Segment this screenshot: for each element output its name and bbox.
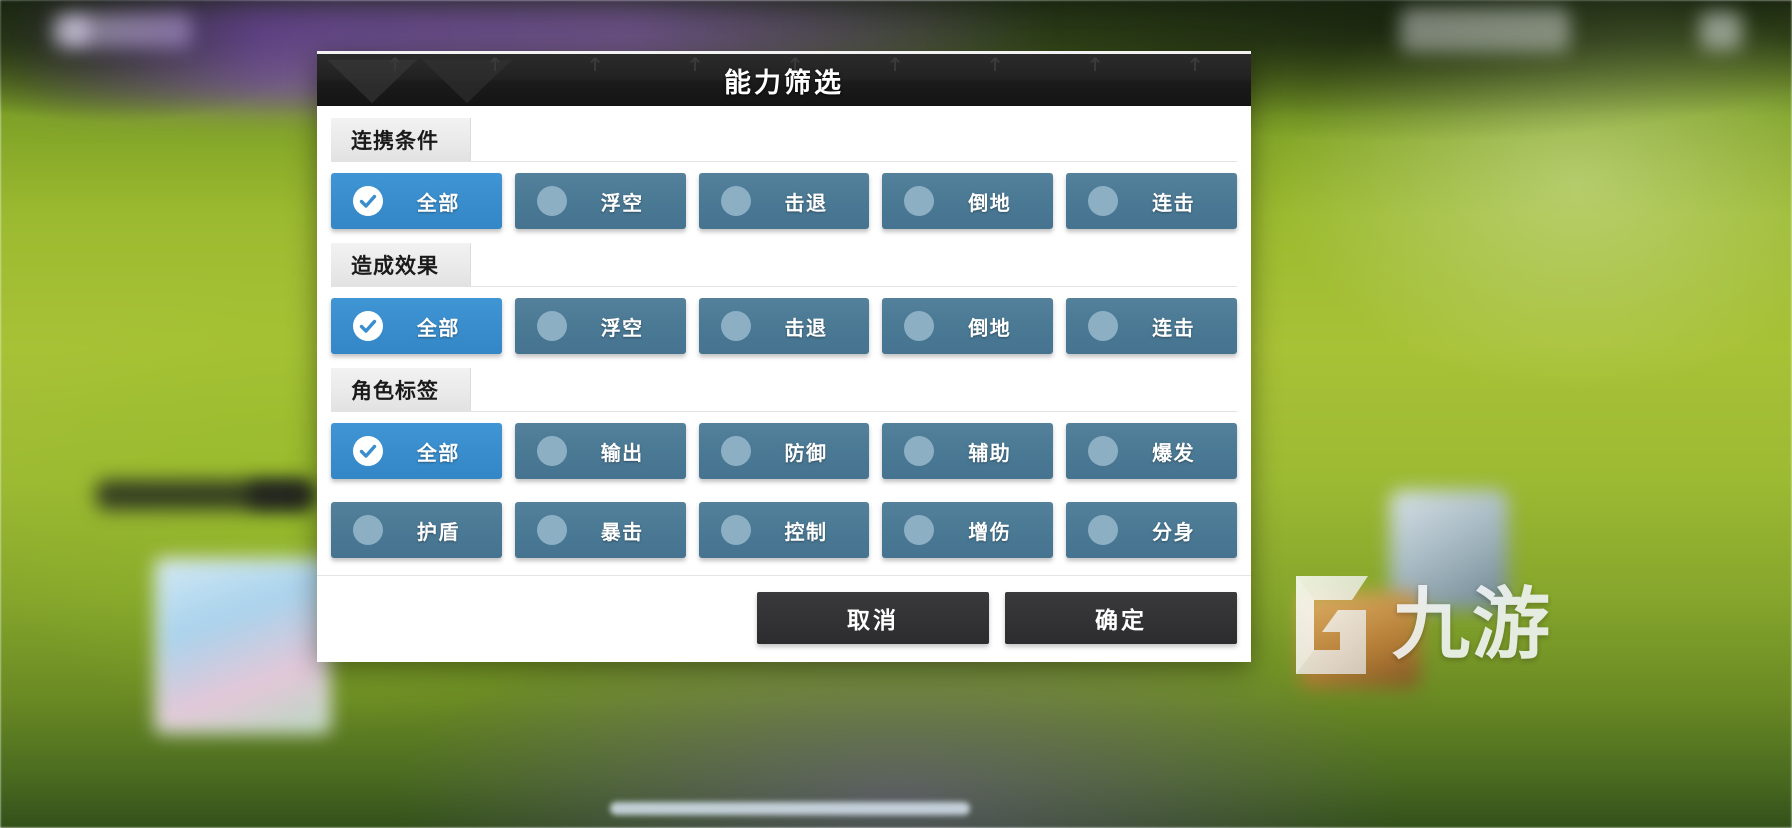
filter-option-button[interactable]: 分身 [1066, 502, 1237, 558]
check-circle-icon [353, 436, 383, 466]
section-tab: 造成效果 [331, 243, 471, 286]
filter-option-button[interactable]: 连击 [1066, 298, 1237, 354]
circle-icon [904, 436, 935, 466]
section-tab: 角色标签 [331, 368, 471, 411]
dialog-title: 能力筛选 [724, 67, 844, 98]
circle-icon [536, 186, 567, 216]
circle-icon [904, 311, 935, 341]
filter-option-button[interactable]: 爆发 [1066, 423, 1237, 479]
circle-icon [1088, 436, 1119, 466]
circle-icon [536, 311, 567, 341]
background-right-hud [1400, 8, 1570, 52]
section-header: 造成效果 [331, 243, 1237, 287]
ability-filter-dialog: 能力筛选 连携条件 全部 浮空 击退 倒地 连击 造成效果 全部 浮空 击退 倒地 连击 角色标签 全部输… [317, 51, 1251, 662]
circle-icon [720, 311, 751, 341]
filter-option-label: 浮空 [600, 192, 644, 215]
filter-option-row: 全部 输出 防御 辅助 爆发 [331, 412, 1237, 491]
filter-option-label: 分身 [1152, 521, 1196, 544]
filter-option-label: 连击 [1152, 192, 1196, 215]
filter-option-label: 增伤 [968, 521, 1012, 544]
background-hud-strip-secondary [247, 482, 315, 508]
filter-option-button[interactable]: 暴击 [514, 502, 686, 558]
filter-option-label: 护盾 [416, 521, 460, 544]
filter-option-button[interactable]: 全部 [331, 298, 502, 354]
filter-section: 造成效果全部 浮空 击退 倒地 连击 [331, 243, 1237, 366]
filter-option-button[interactable]: 全部 [331, 423, 502, 479]
filter-option-row: 全部 浮空 击退 倒地 连击 [331, 287, 1237, 366]
filter-option-button[interactable]: 倒地 [882, 173, 1054, 229]
filter-option-button[interactable]: 辅助 [882, 423, 1054, 479]
circle-icon [904, 515, 935, 545]
circle-icon [720, 186, 751, 216]
background-bottom-bar [610, 802, 970, 815]
filter-option-label: 全部 [416, 442, 460, 465]
filter-option-label: 防御 [784, 442, 828, 465]
filter-option-label: 辅助 [968, 442, 1012, 465]
filter-option-button[interactable]: 浮空 [514, 298, 686, 354]
circle-icon [536, 515, 567, 545]
dialog-body: 连携条件 全部 浮空 击退 倒地 连击 造成效果 全部 浮空 击退 倒地 连击 角色标签 全部 输出 防御 辅助… [317, 106, 1251, 575]
section-tab-label: 角色标签 [351, 379, 439, 403]
filter-option-label: 全部 [416, 192, 460, 215]
filter-option-button[interactable]: 浮空 [514, 173, 686, 229]
filter-option-button[interactable]: 击退 [698, 173, 870, 229]
filter-option-label: 连击 [1152, 317, 1196, 340]
filter-option-label: 击退 [784, 192, 828, 215]
section-header: 角色标签 [331, 368, 1237, 412]
background-chest [1300, 592, 1420, 688]
filter-option-button[interactable]: 增伤 [882, 502, 1054, 558]
circle-icon [1088, 515, 1119, 545]
background-character-card [155, 558, 330, 733]
filter-section: 角色标签全部 输出 防御 辅助 爆发护盾 暴击 控制 增伤 分身 [331, 368, 1237, 570]
circle-icon [720, 436, 751, 466]
filter-option-button[interactable]: 控制 [698, 502, 870, 558]
circle-icon [1088, 311, 1119, 341]
circle-icon [904, 186, 935, 216]
dialog-footer: 取消 确定 [317, 575, 1251, 662]
filter-option-label: 暴击 [600, 521, 644, 544]
confirm-button[interactable]: 确定 [1005, 592, 1237, 644]
filter-option-label: 爆发 [1152, 442, 1196, 465]
section-tab: 连携条件 [331, 118, 471, 161]
filter-section: 连携条件全部 浮空 击退 倒地 连击 [331, 118, 1237, 241]
filter-option-label: 全部 [416, 317, 460, 340]
filter-option-button[interactable]: 输出 [514, 423, 686, 479]
check-circle-icon [353, 311, 383, 341]
cancel-button[interactable]: 取消 [757, 592, 989, 644]
filter-option-row: 护盾 暴击 控制 增伤 分身 [331, 491, 1237, 570]
filter-option-label: 倒地 [968, 317, 1012, 340]
filter-option-button[interactable]: 护盾 [331, 502, 502, 558]
filter-option-button[interactable]: 全部 [331, 173, 502, 229]
circle-icon [353, 515, 383, 545]
check-circle-icon [353, 186, 383, 216]
section-tab-label: 连携条件 [351, 129, 439, 153]
filter-option-button[interactable]: 倒地 [882, 298, 1054, 354]
circle-icon [720, 515, 751, 545]
filter-option-label: 击退 [784, 317, 828, 340]
dialog-titlebar: 能力筛选 [317, 51, 1251, 106]
filter-option-label: 控制 [784, 521, 828, 544]
circle-icon [536, 436, 567, 466]
background-right-hud-icon [1700, 12, 1742, 50]
filter-option-button[interactable]: 击退 [698, 298, 870, 354]
filter-option-button[interactable]: 防御 [698, 423, 870, 479]
filter-option-label: 浮空 [600, 317, 644, 340]
filter-option-label: 输出 [600, 442, 644, 465]
filter-option-button[interactable]: 连击 [1066, 173, 1237, 229]
section-header: 连携条件 [331, 118, 1237, 162]
filter-option-label: 倒地 [968, 192, 1012, 215]
section-tab-label: 造成效果 [351, 254, 439, 278]
filter-option-row: 全部 浮空 击退 倒地 连击 [331, 162, 1237, 241]
circle-icon [1088, 186, 1119, 216]
